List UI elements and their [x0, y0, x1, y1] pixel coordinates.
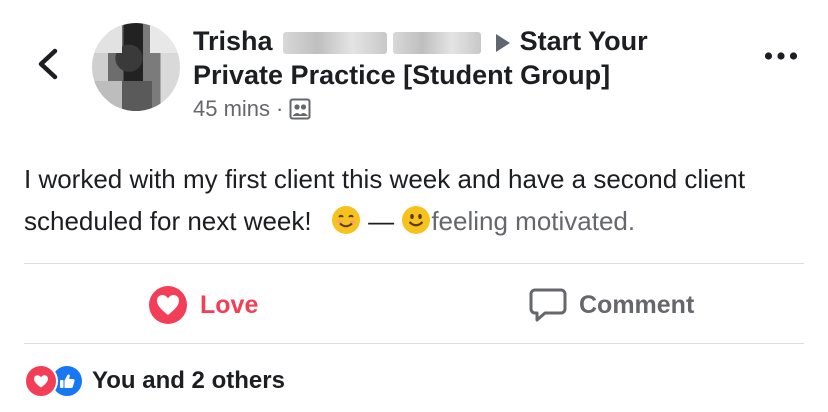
comment-label: Comment	[579, 290, 695, 319]
author-name[interactable]: Trisha	[193, 26, 273, 56]
more-dots-icon	[764, 52, 798, 60]
meta-separator: ·	[276, 96, 284, 121]
love-reaction-button[interactable]: Love	[148, 282, 258, 328]
post-meta: 45 mins ·	[193, 96, 773, 122]
redacted-surname	[283, 31, 388, 54]
post-title-line-1: Trisha Start Your	[193, 24, 773, 58]
heart-icon	[149, 286, 187, 324]
feeling-dash: —	[368, 206, 395, 236]
more-options-button[interactable]	[764, 48, 798, 66]
love-label: Love	[200, 290, 259, 319]
comment-bubble-icon	[529, 288, 567, 322]
feeling-label[interactable]: feeling motivated.	[431, 206, 635, 236]
group-privacy-icon	[289, 98, 311, 120]
divider	[24, 343, 804, 344]
shared-to-arrow-icon	[495, 33, 510, 52]
post-body: I worked with my first client this week …	[24, 158, 804, 242]
feeling-smile-icon	[402, 206, 431, 234]
divider	[24, 263, 804, 264]
post-header: Trisha Start Your Private Practice [Stud…	[193, 24, 773, 122]
reaction-count-text: You and 2 others	[92, 367, 285, 394]
avatar[interactable]	[92, 23, 180, 111]
group-name-continued[interactable]: Private Practice [Student Group]	[193, 58, 773, 92]
post-time[interactable]: 45 mins	[193, 96, 270, 122]
heart-icon	[34, 375, 48, 388]
smiling-face-icon	[331, 206, 360, 234]
love-reaction-icon	[24, 364, 58, 398]
group-name[interactable]: Start Your	[520, 26, 648, 56]
back-button[interactable]	[30, 44, 66, 84]
back-chevron-icon	[38, 48, 58, 80]
reaction-summary[interactable]: You and 2 others	[24, 364, 285, 398]
comment-button[interactable]: Comment	[529, 282, 694, 328]
redacted-surname	[393, 31, 482, 54]
like-thumb-icon	[60, 374, 75, 388]
